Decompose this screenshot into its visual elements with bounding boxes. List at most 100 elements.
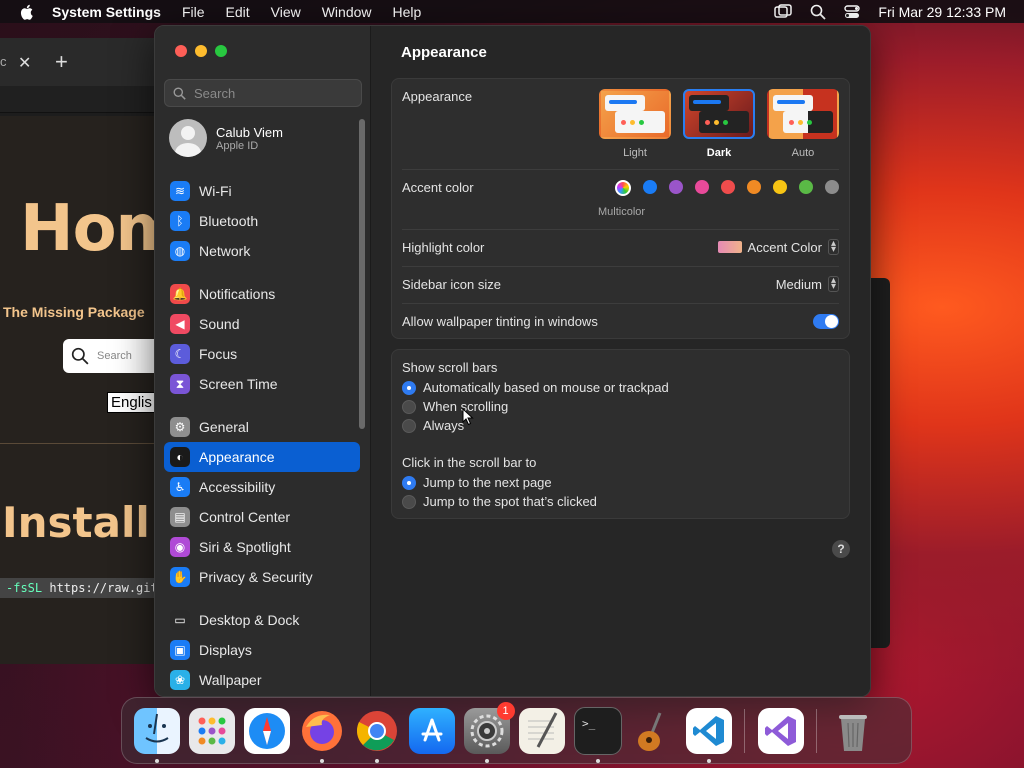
accent-color-swatches — [615, 180, 839, 196]
accent-swatch-3[interactable] — [695, 180, 709, 194]
sidebar-item-focus[interactable]: ☾ Focus — [164, 339, 360, 369]
sidebar-search-input[interactable] — [192, 84, 356, 102]
control-center-icon: ▤ — [170, 507, 190, 527]
radio-always[interactable] — [402, 418, 416, 433]
scroll-option-always[interactable]: Always — [402, 418, 464, 433]
menu-edit[interactable]: Edit — [226, 4, 250, 20]
sidebar-item-wallpaper[interactable]: ❀ Wallpaper — [164, 665, 360, 695]
tab-close-icon[interactable]: ✕ — [18, 53, 31, 73]
click-option-next-page[interactable]: Jump to the next page — [402, 475, 552, 490]
scroll-option-automatic[interactable]: Automatically based on mouse or trackpad — [402, 380, 669, 395]
light-thumbnail[interactable] — [599, 89, 671, 139]
sidebar-item-network[interactable]: ◍ Network — [164, 236, 360, 266]
spotlight-search-icon[interactable] — [810, 4, 827, 20]
sidebar-scrollbar[interactable] — [359, 119, 365, 429]
appearance-options: Light Dark Auto — [599, 89, 839, 159]
accent-swatch-6[interactable] — [773, 180, 787, 194]
menu-view[interactable]: View — [271, 4, 301, 20]
dock-terminal[interactable]: >_ — [573, 706, 622, 763]
accent-swatch-multicolor[interactable] — [615, 180, 631, 196]
dock-safari[interactable] — [243, 707, 290, 754]
control-center-icon[interactable] — [844, 4, 861, 20]
click-option-spot[interactable]: Jump to the spot that’s clicked — [402, 494, 597, 509]
radio-next-page[interactable] — [402, 475, 416, 490]
accent-swatch-2[interactable] — [669, 180, 683, 194]
accent-swatch-1[interactable] — [643, 180, 657, 194]
sidebar-item-label: Siri & Spotlight — [199, 539, 291, 555]
radio-spot[interactable] — [402, 494, 416, 509]
sidebar-item-sound[interactable]: ◀ Sound — [164, 309, 360, 339]
sidebar-item-bluetooth[interactable]: ᛒ Bluetooth — [164, 206, 360, 236]
dark-thumbnail[interactable] — [683, 89, 755, 139]
page-divider — [0, 443, 170, 444]
dock-visual-studio[interactable] — [757, 707, 804, 754]
accent-swatch-4[interactable] — [721, 180, 735, 194]
firefox-icon — [301, 710, 342, 751]
dock-textedit[interactable] — [518, 707, 565, 754]
sidebar-item-accessibility[interactable]: ♿ Accessibility — [164, 472, 360, 502]
sidebar-item-screen-time[interactable]: ⧗ Screen Time — [164, 369, 360, 399]
menu-bar: System Settings File Edit View Window He… — [0, 0, 1024, 23]
wallpaper-tinting-toggle[interactable] — [813, 314, 839, 329]
sidebar-item-notifications[interactable]: 🔔 Notifications — [164, 279, 360, 309]
menu-window[interactable]: Window — [322, 4, 372, 20]
dock-chrome[interactable] — [354, 708, 400, 763]
dock-app-store[interactable] — [408, 707, 455, 754]
apple-id-profile[interactable]: Calub Viem Apple ID — [169, 119, 283, 157]
accent-swatch-7[interactable] — [799, 180, 813, 194]
menu-file[interactable]: File — [182, 4, 205, 20]
dock-system-settings[interactable]: 1 — [463, 701, 515, 763]
click-option-spot-label: Jump to the spot that’s clicked — [423, 494, 597, 509]
close-window-button[interactable] — [175, 45, 187, 57]
sidebar-item-appearance[interactable]: ◐ Appearance — [164, 442, 360, 472]
scroll-option-when-scrolling[interactable]: When scrolling — [402, 399, 508, 414]
dock-firefox[interactable] — [299, 708, 345, 763]
sidebar-item-label: Wallpaper — [199, 672, 262, 688]
appearance-option-light[interactable]: Light — [599, 89, 671, 159]
sidebar-item-general[interactable]: ⚙ General — [164, 412, 360, 442]
homebrew-search[interactable]: Search — [63, 339, 163, 373]
appearance-option-dark[interactable]: Dark — [683, 89, 755, 159]
radio-automatic[interactable] — [402, 380, 416, 395]
minimize-window-button[interactable] — [195, 45, 207, 57]
screen-mirroring-icon[interactable] — [774, 3, 793, 20]
dock-launchpad[interactable] — [188, 707, 235, 754]
sidebar-item-desktop-dock[interactable]: ▭ Desktop & Dock — [164, 605, 360, 635]
radio-when-scrolling[interactable] — [402, 399, 416, 414]
new-tab-icon[interactable]: + — [55, 49, 68, 75]
menu-app-name[interactable]: System Settings — [52, 4, 161, 20]
sidebar-item-wi-fi[interactable]: ≋ Wi-Fi — [164, 176, 360, 206]
dock-garageband[interactable] — [631, 708, 677, 754]
browser-url-bar[interactable] — [0, 86, 170, 113]
gear-icon: ⚙ — [170, 417, 190, 437]
dock: 1 >_ — [121, 697, 912, 764]
dock-finder[interactable] — [133, 707, 180, 763]
show-scroll-bars-label: Show scroll bars — [402, 360, 498, 375]
browser-tab-title[interactable]: c — [0, 54, 7, 69]
siri-icon: ◉ — [170, 537, 190, 557]
highlight-swatch — [717, 241, 742, 253]
menu-help[interactable]: Help — [393, 4, 422, 20]
sidebar-item-displays[interactable]: ▣ Displays — [164, 635, 360, 665]
accent-swatch-5[interactable] — [747, 180, 761, 194]
sidebar-item-control-center[interactable]: ▤ Control Center — [164, 502, 360, 532]
dock-trash[interactable] — [830, 708, 876, 754]
dark-label: Dark — [706, 147, 732, 159]
sidebar-item-privacy-security[interactable]: ✋ Privacy & Security — [164, 562, 360, 592]
click-scroll-bar-label: Click in the scroll bar to — [402, 455, 537, 470]
zoom-window-button[interactable] — [215, 45, 227, 57]
dock-vscode[interactable] — [685, 707, 732, 763]
install-command: -fsSL https://raw.githu — [0, 578, 170, 598]
accent-swatch-8[interactable] — [825, 180, 839, 194]
highlight-color-popup[interactable]: Accent Color ▴ ▾ — [717, 239, 839, 255]
apple-menu-icon[interactable] — [18, 3, 36, 21]
language-select[interactable]: Englis — [107, 392, 156, 413]
sidebar-search[interactable] — [164, 79, 362, 107]
avatar — [169, 119, 207, 157]
menu-clock[interactable]: Fri Mar 29 12:33 PM — [878, 4, 1006, 20]
help-button[interactable]: ? — [832, 540, 850, 558]
auto-thumbnail[interactable] — [767, 89, 839, 139]
sidebar-icon-size-popup[interactable]: Medium ▴ ▾ — [776, 276, 839, 292]
sidebar-item-siri-spotlight[interactable]: ◉ Siri & Spotlight — [164, 532, 360, 562]
appearance-option-auto[interactable]: Auto — [767, 89, 839, 159]
